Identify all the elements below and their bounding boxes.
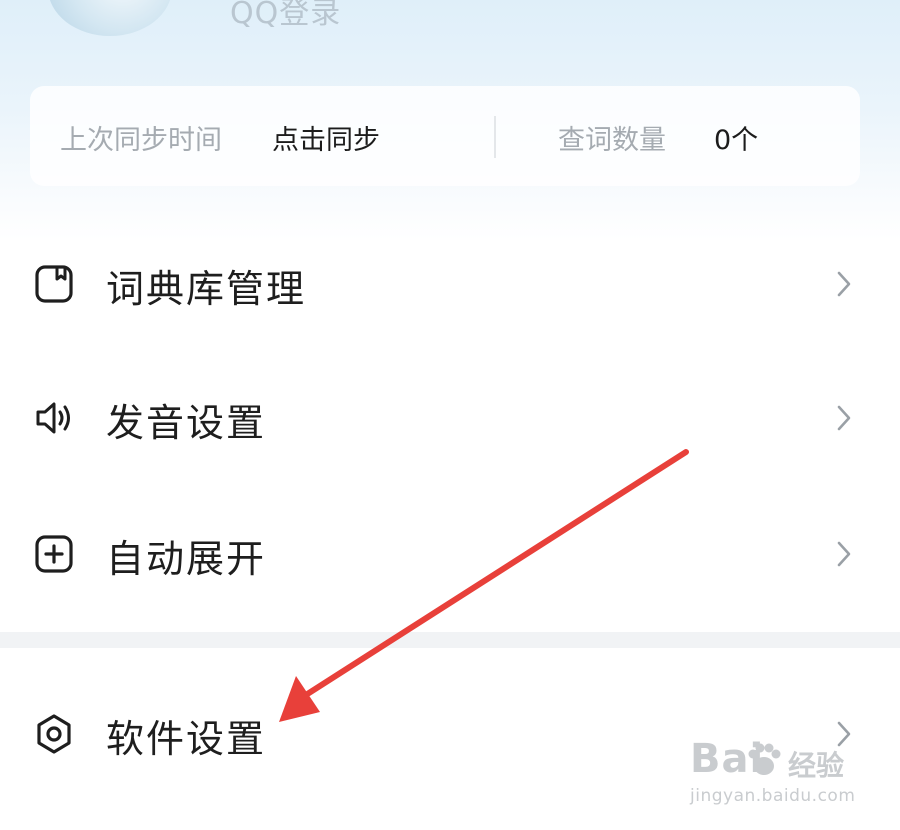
menu-item-label: 词典库管理 xyxy=(106,267,307,311)
baidu-jingyan-watermark: Bai 经验 jingyan.baidu.com xyxy=(680,736,880,816)
book-icon xyxy=(35,265,73,303)
chevron-right-icon xyxy=(837,541,851,567)
divider xyxy=(494,116,496,158)
menu-item-label: 自动展开 xyxy=(106,537,267,581)
sync-now-button[interactable]: 点击同步 xyxy=(272,118,380,157)
menu-item-dictionary-management[interactable]: 词典库管理 xyxy=(0,236,900,332)
lookup-count-label: 查词数量 xyxy=(558,125,666,156)
watermark-url: jingyan.baidu.com xyxy=(690,786,856,806)
plus-square-icon xyxy=(35,535,73,573)
menu-item-label: 软件设置 xyxy=(106,717,267,761)
menu-item-pronunciation-settings[interactable]: 发音设置 xyxy=(0,370,900,466)
sync-card: 上次同步时间 点击同步 查词数量 0个 xyxy=(30,86,860,186)
qq-login-link[interactable]: QQ登录 xyxy=(230,0,341,32)
chevron-right-icon xyxy=(837,405,851,431)
menu-item-label: 发音设置 xyxy=(106,401,267,445)
menu-item-auto-expand[interactable]: 自动展开 xyxy=(0,506,900,602)
watermark-brand-suffix: 经验 xyxy=(788,749,845,782)
chevron-right-icon xyxy=(837,271,851,297)
hexagon-settings-icon xyxy=(37,714,71,754)
paw-icon xyxy=(748,743,781,775)
lookup-count-value: 0个 xyxy=(714,125,759,156)
last-sync-label: 上次同步时间 xyxy=(60,125,222,156)
section-divider xyxy=(0,632,900,648)
speaker-icon xyxy=(36,402,70,434)
